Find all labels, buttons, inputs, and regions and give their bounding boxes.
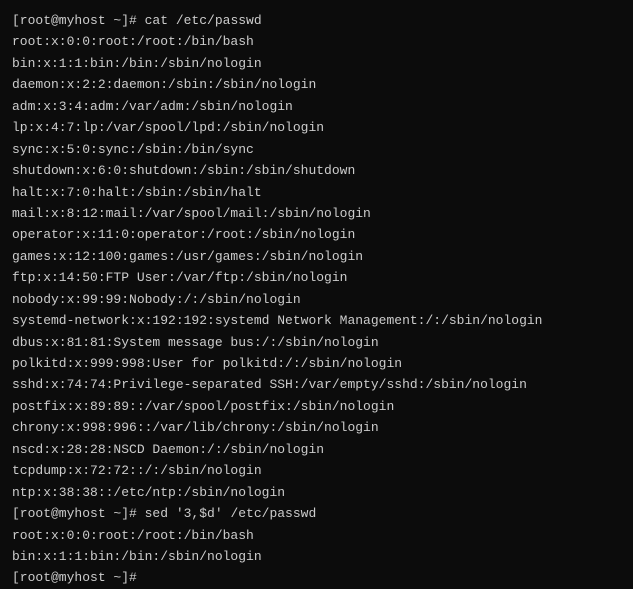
output-line: postfix:x:89:89::/var/spool/postfix:/sbi…	[12, 396, 621, 417]
output-line: nscd:x:28:28:NSCD Daemon:/:/sbin/nologin	[12, 439, 621, 460]
command-text: cat /etc/passwd	[145, 13, 262, 28]
output-line: chrony:x:998:996::/var/lib/chrony:/sbin/…	[12, 417, 621, 438]
output-line: systemd-network:x:192:192:systemd Networ…	[12, 310, 621, 331]
output-line: nobody:x:99:99:Nobody:/:/sbin/nologin	[12, 289, 621, 310]
output-line: operator:x:11:0:operator:/root:/sbin/nol…	[12, 224, 621, 245]
output-line: sshd:x:74:74:Privilege-separated SSH:/va…	[12, 374, 621, 395]
output-line: root:x:0:0:root:/root:/bin/bash	[12, 31, 621, 52]
output-line: ntp:x:38:38::/etc/ntp:/sbin/nologin	[12, 482, 621, 503]
output-line: bin:x:1:1:bin:/bin:/sbin/nologin	[12, 546, 621, 567]
output-line: root:x:0:0:root:/root:/bin/bash	[12, 525, 621, 546]
output-line: shutdown:x:6:0:shutdown:/sbin:/sbin/shut…	[12, 160, 621, 181]
command-text: sed '3,$d' /etc/passwd	[145, 506, 317, 521]
terminal-container[interactable]: [root@myhost ~]# cat /etc/passwd root:x:…	[12, 10, 621, 589]
output-line: bin:x:1:1:bin:/bin:/sbin/nologin	[12, 53, 621, 74]
output-line: mail:x:8:12:mail:/var/spool/mail:/sbin/n…	[12, 203, 621, 224]
output-block-1: root:x:0:0:root:/root:/bin/bashbin:x:1:1…	[12, 31, 621, 503]
shell-prompt: [root@myhost ~]#	[12, 570, 137, 585]
output-line: lp:x:4:7:lp:/var/spool/lpd:/sbin/nologin	[12, 117, 621, 138]
command-line-1: [root@myhost ~]# cat /etc/passwd	[12, 10, 621, 31]
command-line-3: [root@myhost ~]#	[12, 567, 621, 588]
command-line-2: [root@myhost ~]# sed '3,$d' /etc/passwd	[12, 503, 621, 524]
output-block-2: root:x:0:0:root:/root:/bin/bashbin:x:1:1…	[12, 525, 621, 568]
output-line: dbus:x:81:81:System message bus:/:/sbin/…	[12, 332, 621, 353]
shell-prompt: [root@myhost ~]#	[12, 13, 145, 28]
output-line: ftp:x:14:50:FTP User:/var/ftp:/sbin/nolo…	[12, 267, 621, 288]
output-line: polkitd:x:999:998:User for polkitd:/:/sb…	[12, 353, 621, 374]
output-line: halt:x:7:0:halt:/sbin:/sbin/halt	[12, 182, 621, 203]
output-line: tcpdump:x:72:72::/:/sbin/nologin	[12, 460, 621, 481]
output-line: adm:x:3:4:adm:/var/adm:/sbin/nologin	[12, 96, 621, 117]
output-line: sync:x:5:0:sync:/sbin:/bin/sync	[12, 139, 621, 160]
shell-prompt: [root@myhost ~]#	[12, 506, 145, 521]
output-line: games:x:12:100:games:/usr/games:/sbin/no…	[12, 246, 621, 267]
output-line: daemon:x:2:2:daemon:/sbin:/sbin/nologin	[12, 74, 621, 95]
